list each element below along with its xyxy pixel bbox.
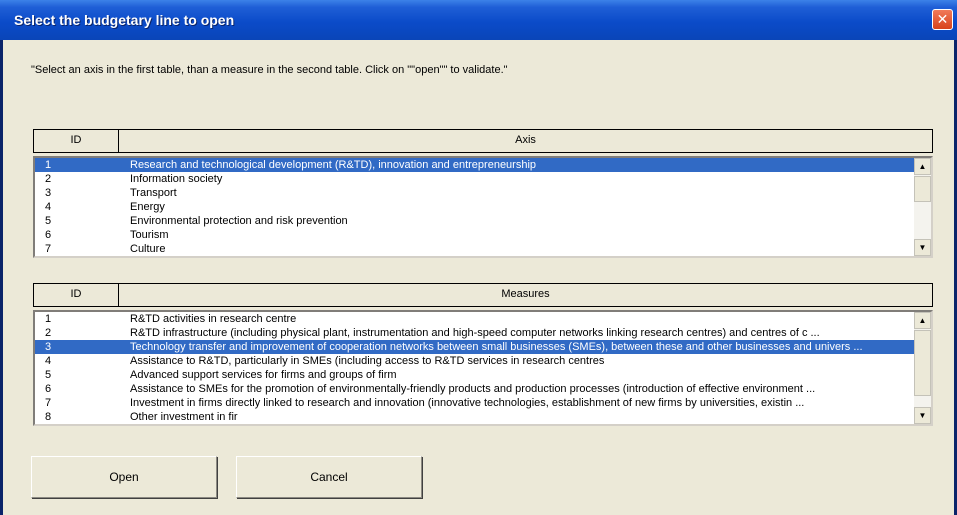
measure-row[interactable]: 4 Assistance to R&TD, particularly in SME… (35, 354, 931, 368)
axis-row[interactable]: 3 Transport (35, 186, 931, 200)
measure-row-text: R&TD infrastructure (including physical … (130, 327, 820, 339)
measure-row-text: Technology transfer and improvement of c… (130, 341, 863, 353)
measures-scroll-up-icon[interactable]: ▲ (914, 312, 931, 329)
measure-row-text: Investment in firms directly linked to r… (130, 397, 805, 409)
axis-row-text: Energy (130, 201, 165, 213)
open-button[interactable]: Open (31, 456, 217, 498)
measure-row-text: Assistance to SMEs for the promotion of … (130, 383, 816, 395)
axis-row-id: 2 (45, 173, 52, 185)
measure-row-text: Other investment in fir (130, 411, 238, 423)
measure-row[interactable]: 2 R&TD infrastructure (including physical… (35, 326, 931, 340)
measures-header-name: Measures (501, 288, 550, 300)
axis-row-id: 4 (45, 201, 52, 213)
dialog-title: Select the budgetary line to open (14, 12, 235, 28)
instruction-text: "Select an axis in the first table, than… (31, 64, 508, 76)
measure-row-text: Advanced support services for firms and … (130, 369, 397, 381)
axis-row-id: 6 (45, 229, 52, 241)
measure-row-text: R&TD activities in research centre (130, 313, 297, 325)
axis-header-id: ID (34, 130, 119, 152)
axis-row-id: 1 (45, 159, 52, 171)
axis-row-text: Tourism (130, 229, 169, 241)
measure-row[interactable]: 3 Technology transfer and improvement of … (35, 340, 931, 354)
axis-row[interactable]: 1 Research and technological development … (35, 158, 931, 172)
axis-scroll-up-icon[interactable]: ▲ (914, 158, 931, 175)
measures-header-id: ID (34, 284, 119, 306)
axis-header-name: Axis (515, 134, 536, 146)
axis-row[interactable]: 5 Environmental protection and risk preve… (35, 214, 931, 228)
close-button[interactable]: ✕ (932, 9, 953, 30)
axis-row-text: Information society (130, 173, 223, 185)
measures-listbox[interactable]: 1 R&TD activities in research centre 2 R&TD… (33, 310, 933, 426)
measure-row-text: Assistance to R&TD, particularly in SMEs… (130, 355, 605, 367)
axis-row-id: 3 (45, 187, 52, 199)
axis-scroll-thumb[interactable] (914, 176, 931, 202)
axis-row-text: Research and technological development (… (130, 159, 537, 171)
axis-table-header: ID Axis (33, 129, 933, 153)
axis-row-id: 7 (45, 243, 52, 255)
measures-scroll-thumb[interactable] (914, 330, 931, 396)
axis-rows: 1 Research and technological development … (35, 158, 931, 256)
measure-row-id: 7 (45, 397, 52, 409)
measure-row[interactable]: 6 Assistance to SMEs for the promotion of… (35, 382, 931, 396)
axis-row[interactable]: 4 Energy (35, 200, 931, 214)
cancel-button[interactable]: Cancel (236, 456, 422, 498)
measure-row-id: 1 (45, 313, 52, 325)
axis-scrollbar[interactable]: ▲ ▼ (914, 158, 931, 256)
axis-row-text: Transport (130, 187, 177, 199)
measures-rows: 1 R&TD activities in research centre 2 R&TD… (35, 312, 931, 424)
dialog-window: Select the budgetary line to open ✕ "Sel… (0, 0, 957, 515)
measure-row[interactable]: 5 Advanced support services for firms and… (35, 368, 931, 382)
measure-row[interactable]: 8 Other investment in fir (35, 410, 931, 424)
measure-row[interactable]: 7 Investment in firms directly linked to … (35, 396, 931, 410)
measure-row-id: 8 (45, 411, 52, 423)
measure-row[interactable]: 1 R&TD activities in research centre (35, 312, 931, 326)
axis-row-text: Environmental protection and risk preven… (130, 215, 348, 227)
axis-row[interactable]: 2 Information society (35, 172, 931, 186)
axis-row-id: 5 (45, 215, 52, 227)
axis-listbox[interactable]: 1 Research and technological development … (33, 156, 933, 258)
measures-scroll-down-icon[interactable]: ▼ (914, 407, 931, 424)
measure-row-id: 2 (45, 327, 52, 339)
axis-scroll-down-icon[interactable]: ▼ (914, 239, 931, 256)
axis-row[interactable]: 6 Tourism (35, 228, 931, 242)
axis-row-text: Culture (130, 243, 166, 255)
measure-row-id: 4 (45, 355, 52, 367)
close-icon: ✕ (936, 11, 949, 27)
measure-row-id: 6 (45, 383, 52, 395)
measures-scrollbar[interactable]: ▲ ▼ (914, 312, 931, 424)
measures-table-header: ID Measures (33, 283, 933, 307)
measure-row-id: 5 (45, 369, 52, 381)
axis-row[interactable]: 7 Culture (35, 242, 931, 256)
measure-row-id: 3 (45, 341, 52, 353)
title-bar[interactable]: Select the budgetary line to open ✕ (0, 0, 957, 40)
